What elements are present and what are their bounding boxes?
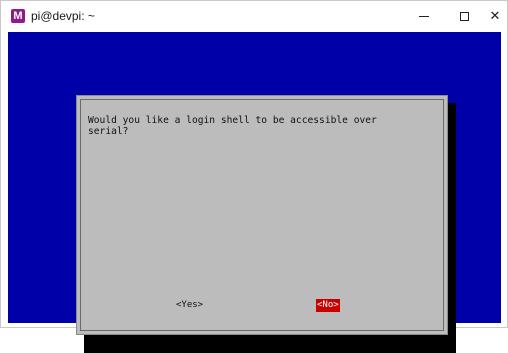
window-title: pi@devpi: ~ <box>31 9 95 23</box>
dialog-question: Would you like a login shell to be acces… <box>88 115 377 137</box>
yes-button[interactable]: <Yes> <box>176 299 203 312</box>
confirm-dialog: Would you like a login shell to be acces… <box>76 95 448 335</box>
maximize-icon <box>459 11 469 21</box>
minimize-button[interactable] <box>404 1 444 31</box>
no-button[interactable]: <No> <box>316 299 340 312</box>
close-icon: ✕ <box>489 9 501 24</box>
minimize-icon <box>419 15 429 17</box>
title-bar[interactable]: M pi@devpi: ~ ✕ <box>1 1 507 31</box>
close-button[interactable]: ✕ <box>475 1 508 31</box>
terminal-window: M pi@devpi: ~ ✕ Would you like a login s… <box>0 0 508 353</box>
app-icon[interactable]: M <box>11 9 25 23</box>
terminal-screen[interactable]: Would you like a login shell to be acces… <box>8 32 501 353</box>
